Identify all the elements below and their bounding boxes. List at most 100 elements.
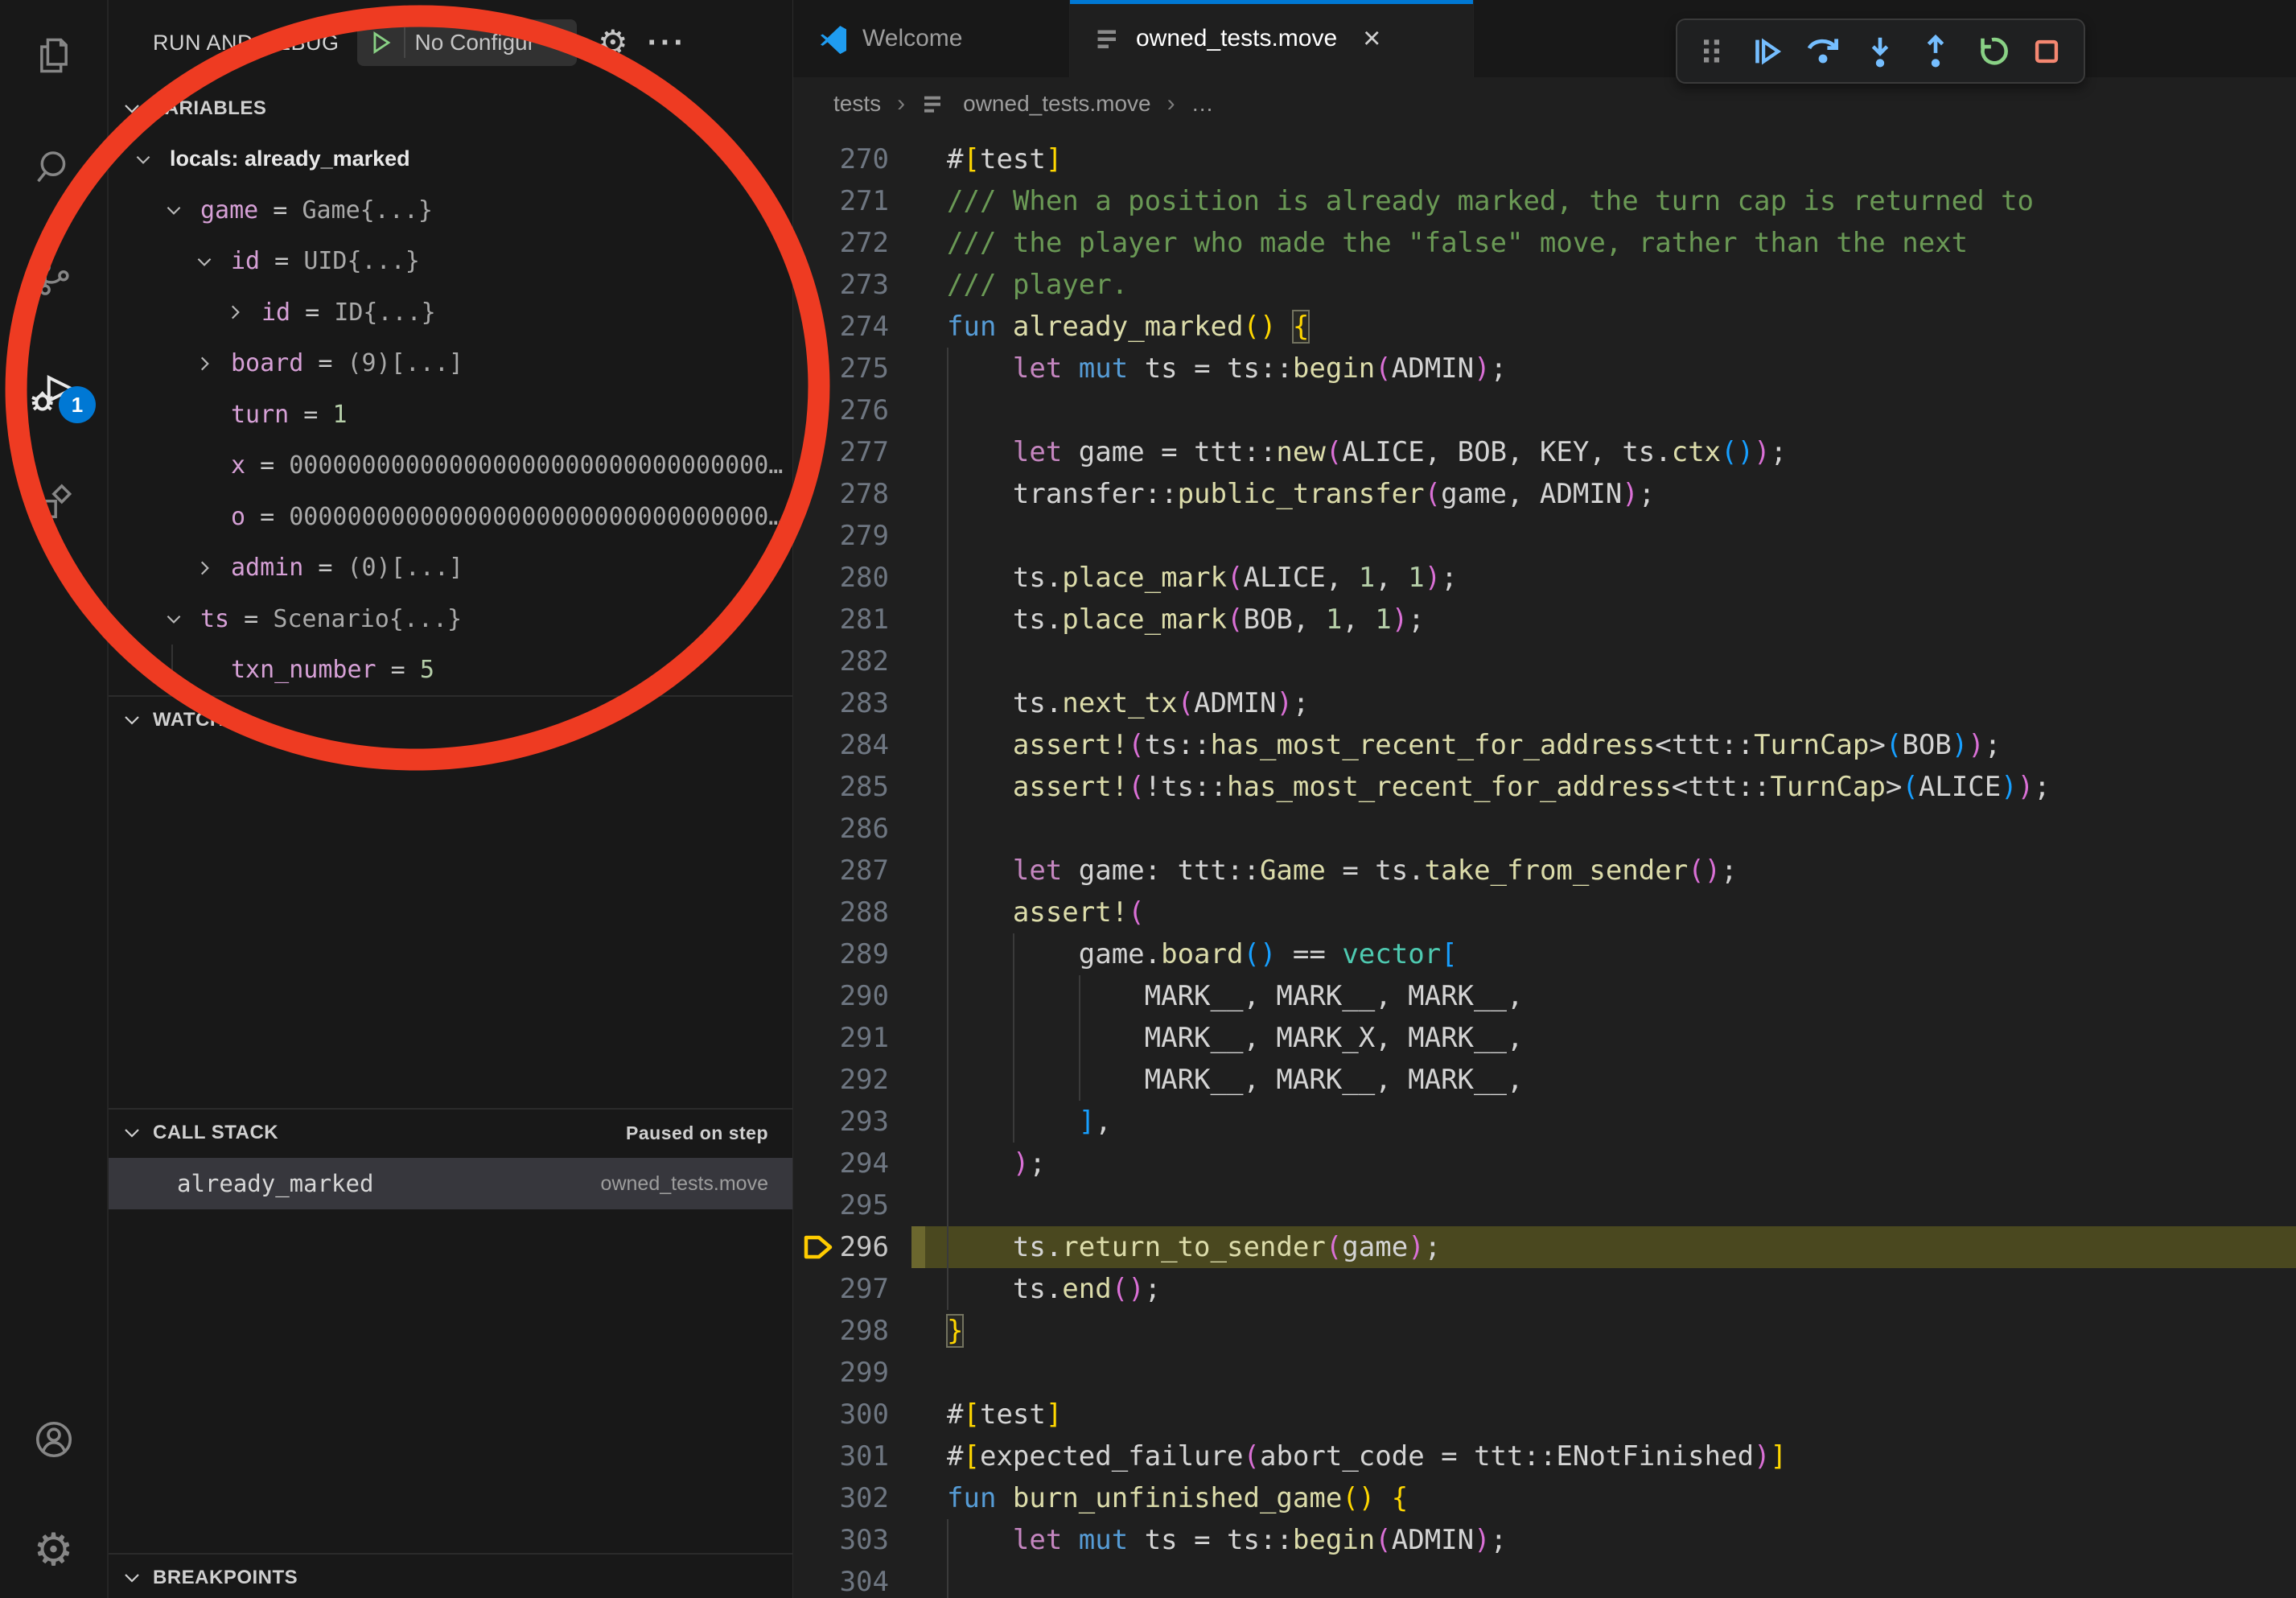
expand-toggle[interactable] — [194, 251, 231, 272]
line-number[interactable]: 298 — [793, 1310, 889, 1352]
line-number[interactable]: 297 — [793, 1268, 889, 1310]
code-line-275[interactable]: 275 let mut ts = ts::begin(ADMIN); — [793, 348, 2296, 389]
code-line-297[interactable]: 297 ts.end(); — [793, 1268, 2296, 1310]
code-line-295[interactable]: 295 — [793, 1184, 2296, 1226]
variable-row[interactable]: board = (9)[...] — [109, 338, 792, 389]
code-line-293[interactable]: 293 ], — [793, 1101, 2296, 1143]
more-actions-icon[interactable]: ··· — [648, 27, 687, 59]
line-number[interactable]: 294 — [793, 1143, 889, 1184]
expand-toggle[interactable] — [163, 200, 200, 220]
code-line-277[interactable]: 277 let game = ttt::new(ALICE, BOB, KEY,… — [793, 431, 2296, 473]
drag-handle-icon[interactable] — [1697, 34, 1729, 69]
variables-scope-row[interactable]: locals: already_marked — [109, 134, 792, 185]
code-line-271[interactable]: 271/// When a position is already marked… — [793, 180, 2296, 222]
stop-icon[interactable] — [2029, 34, 2064, 69]
code-line-289[interactable]: 289 game.board() == vector[ — [793, 933, 2296, 975]
watch-section-header[interactable]: WATCH — [109, 695, 792, 745]
line-number[interactable]: 276 — [793, 389, 889, 431]
breadcrumb-item-symbol[interactable]: … — [1191, 91, 1214, 117]
code-line-286[interactable]: 286 — [793, 808, 2296, 850]
run-and-debug-icon[interactable]: 1 — [0, 352, 107, 433]
expand-toggle[interactable] — [194, 558, 231, 579]
variable-row[interactable]: id = UID{...} — [109, 236, 792, 287]
call-stack-section-header[interactable]: CALL STACK Paused on step — [109, 1108, 792, 1158]
code-line-283[interactable]: 283 ts.next_tx(ADMIN); — [793, 682, 2296, 724]
line-number[interactable]: 299 — [793, 1352, 889, 1394]
line-number[interactable]: 286 — [793, 808, 889, 850]
code-line-270[interactable]: 270#[test] — [793, 138, 2296, 180]
line-number[interactable]: 303 — [793, 1519, 889, 1561]
start-debug-icon[interactable] — [367, 29, 394, 56]
variable-row[interactable]: o = 000000000000000000000000000000000000… — [109, 492, 792, 543]
line-number[interactable]: 278 — [793, 473, 889, 515]
line-number[interactable]: 280 — [793, 557, 889, 599]
line-number[interactable]: 301 — [793, 1435, 889, 1477]
line-number[interactable]: 272 — [793, 222, 889, 264]
line-number[interactable]: 300 — [793, 1394, 889, 1435]
code-line-284[interactable]: 284 assert!(ts::has_most_recent_for_addr… — [793, 724, 2296, 766]
debug-settings-gear-icon[interactable]: ⚙ — [598, 26, 628, 60]
variable-row[interactable]: game = Game{...} — [109, 185, 792, 237]
code-line-291[interactable]: 291 MARK__, MARK_X, MARK__, — [793, 1017, 2296, 1059]
expand-toggle[interactable] — [224, 302, 261, 323]
account-icon[interactable] — [0, 1399, 107, 1480]
variable-row[interactable]: x = 000000000000000000000000000000000000… — [109, 440, 792, 492]
code-line-290[interactable]: 290 MARK__, MARK__, MARK__, — [793, 975, 2296, 1017]
line-number[interactable]: 282 — [793, 640, 889, 682]
line-number[interactable]: 270 — [793, 138, 889, 180]
step-into-icon[interactable] — [1862, 33, 1899, 70]
settings-gear-icon[interactable]: ⚙ — [0, 1509, 107, 1590]
continue-icon[interactable] — [1747, 33, 1784, 70]
line-number[interactable]: 296 — [793, 1226, 889, 1268]
code-line-288[interactable]: 288 assert!( — [793, 892, 2296, 933]
code-line-273[interactable]: 273/// player. — [793, 264, 2296, 306]
restart-icon[interactable] — [1973, 33, 2010, 70]
line-number[interactable]: 292 — [793, 1059, 889, 1101]
step-over-icon[interactable] — [1804, 32, 1842, 71]
variable-row[interactable]: admin = (0)[...] — [109, 542, 792, 594]
line-number[interactable]: 284 — [793, 724, 889, 766]
code-line-274[interactable]: 274fun already_marked() { — [793, 306, 2296, 348]
code-line-303[interactable]: 303 let mut ts = ts::begin(ADMIN); — [793, 1519, 2296, 1561]
tab-welcome[interactable]: Welcome — [793, 0, 1070, 77]
step-out-icon[interactable] — [1917, 33, 1954, 70]
code-line-299[interactable]: 299 — [793, 1352, 2296, 1394]
code-line-278[interactable]: 278 transfer::public_transfer(game, ADMI… — [793, 473, 2296, 515]
line-number[interactable]: 295 — [793, 1184, 889, 1226]
variable-row[interactable]: ts = Scenario{...} — [109, 594, 792, 645]
line-number[interactable]: 289 — [793, 933, 889, 975]
code-editor[interactable]: 270#[test]271/// When a position is alre… — [793, 130, 2296, 1598]
code-line-298[interactable]: 298} — [793, 1310, 2296, 1352]
debug-config-dropdown[interactable]: No Configur — [357, 19, 577, 66]
expand-toggle[interactable] — [133, 149, 170, 170]
line-number[interactable]: 277 — [793, 431, 889, 473]
code-line-294[interactable]: 294 ); — [793, 1143, 2296, 1184]
code-line-301[interactable]: 301#[expected_failure(abort_code = ttt::… — [793, 1435, 2296, 1477]
code-line-272[interactable]: 272/// the player who made the "false" m… — [793, 222, 2296, 264]
code-line-282[interactable]: 282 — [793, 640, 2296, 682]
code-line-281[interactable]: 281 ts.place_mark(BOB, 1, 1); — [793, 599, 2296, 640]
expand-toggle[interactable] — [194, 353, 231, 374]
search-icon[interactable] — [0, 128, 107, 208]
code-line-280[interactable]: 280 ts.place_mark(ALICE, 1, 1); — [793, 557, 2296, 599]
close-tab-icon[interactable]: × — [1363, 23, 1380, 54]
code-line-304[interactable]: 304 — [793, 1561, 2296, 1598]
breadcrumb-item-tests[interactable]: tests — [833, 91, 881, 117]
code-line-300[interactable]: 300#[test] — [793, 1394, 2296, 1435]
extensions-icon[interactable] — [0, 463, 107, 544]
breakpoints-section-header[interactable]: BREAKPOINTS — [109, 1553, 792, 1598]
code-line-302[interactable]: 302fun burn_unfinished_game() { — [793, 1477, 2296, 1519]
code-line-276[interactable]: 276 — [793, 389, 2296, 431]
breadcrumb-item-file[interactable]: owned_tests.move — [963, 91, 1150, 117]
line-number[interactable]: 293 — [793, 1101, 889, 1143]
line-number[interactable]: 271 — [793, 180, 889, 222]
variables-section-header[interactable]: VARIABLES — [109, 84, 792, 134]
source-control-icon[interactable] — [0, 238, 107, 319]
line-number[interactable]: 285 — [793, 766, 889, 808]
line-number[interactable]: 283 — [793, 682, 889, 724]
line-number[interactable]: 291 — [793, 1017, 889, 1059]
code-line-279[interactable]: 279 — [793, 515, 2296, 557]
variable-row[interactable]: turn = 1 — [109, 389, 792, 441]
code-line-292[interactable]: 292 MARK__, MARK__, MARK__, — [793, 1059, 2296, 1101]
line-number[interactable]: 273 — [793, 264, 889, 306]
